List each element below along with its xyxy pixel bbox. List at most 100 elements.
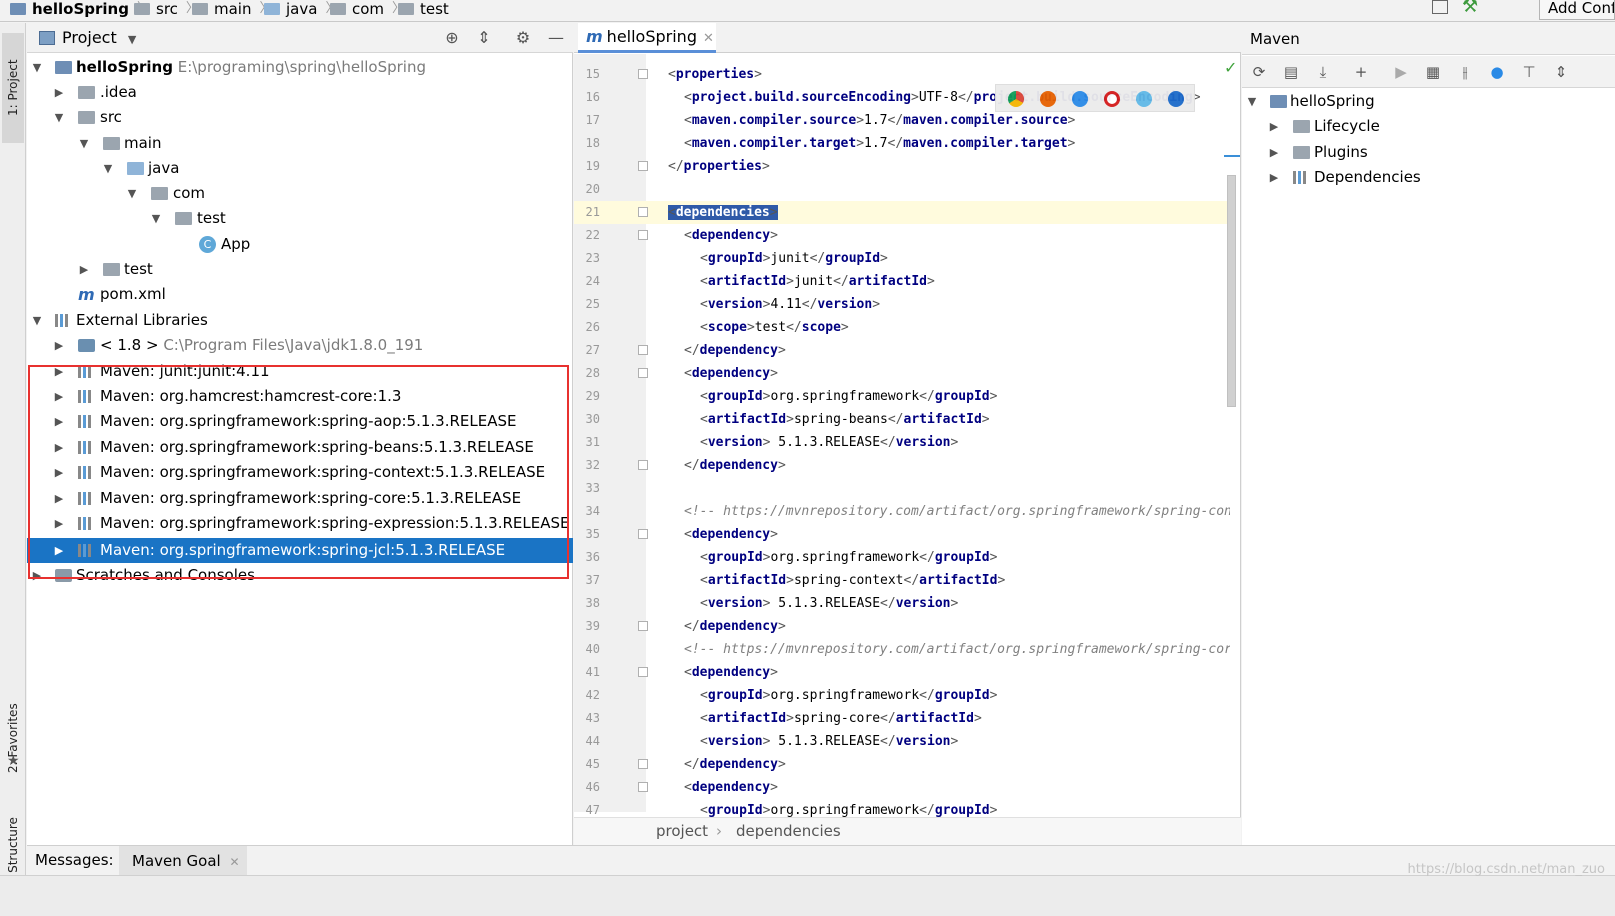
tree-row-helloSpring[interactable]: ▼ helloSpring E:\programing\spring\hello… <box>27 55 573 80</box>
tree-row-test-package[interactable]: ▼ test <box>27 206 573 231</box>
chevron-right-icon[interactable]: ▶ <box>1267 165 1281 190</box>
code-line[interactable]: 22 <dependency> <box>574 224 1230 247</box>
maven-tree-project[interactable]: ▼ helloSpring <box>1242 89 1615 114</box>
code-line[interactable]: 40 <!-- https://mvnrepository.com/artifac… <box>574 638 1230 661</box>
chevron-down-icon[interactable]: ▼ <box>77 131 91 156</box>
tree-row-scratches[interactable]: ▶ Scratches and Consoles <box>27 563 573 588</box>
chevron-right-icon[interactable]: ▶ <box>52 538 66 563</box>
tree-row-maven-lib[interactable]: ▶ Maven: org.springframework:spring-bean… <box>27 435 573 460</box>
download-icon[interactable]: ⤓ <box>1314 63 1332 81</box>
favorites-tool-tab[interactable]: 2: Favorites <box>2 683 24 793</box>
tree-row-maven-lib-selected[interactable]: ▶ Maven: org.springframework:spring-jcl:… <box>27 538 573 563</box>
locate-target-icon[interactable]: ⊕ <box>443 29 461 47</box>
code-line[interactable]: 36 <groupId>org.springframework</groupId> <box>574 546 1230 569</box>
code-line[interactable]: 27 </dependency> <box>574 339 1230 362</box>
run-icon[interactable]: ▶ <box>1392 63 1410 81</box>
maven-tree-lifecycle[interactable]: ▶ Lifecycle <box>1242 114 1615 139</box>
code-line[interactable]: 18 <maven.compiler.target>1.7</maven.comp… <box>574 132 1230 155</box>
code-line[interactable]: 35 <dependency> <box>574 523 1230 546</box>
code-line[interactable]: 43 <artifactId>spring-core</artifactId> <box>574 707 1230 730</box>
tree-row-maven-lib[interactable]: ▶ Maven: org.springframework:spring-aop:… <box>27 409 573 434</box>
tree-row-maven-lib[interactable]: ▶ Maven: org.hamcrest:hamcrest-core:1.3 <box>27 384 573 409</box>
chevron-down-icon[interactable]: ▼ <box>30 55 44 80</box>
maven-tree-dependencies[interactable]: ▶ Dependencies <box>1242 165 1615 190</box>
breadcrumb-main[interactable]: main〉 <box>192 0 273 20</box>
chevron-down-icon[interactable]: ▼ <box>149 206 163 231</box>
chevron-right-icon[interactable]: ▶ <box>77 257 91 282</box>
collapse-all-icon[interactable]: ⇕ <box>475 29 493 47</box>
project-view-selector[interactable]: Project ▼ <box>62 28 136 47</box>
maven-goal-tab[interactable]: Maven Goal ✕ <box>119 846 247 876</box>
fold-marker-icon[interactable] <box>638 529 648 539</box>
fold-marker-icon[interactable] <box>638 460 648 470</box>
code-line[interactable]: 31 <version> 5.1.3.RELEASE</version> <box>574 431 1230 454</box>
skip-tests-icon[interactable]: ● <box>1488 63 1506 81</box>
fold-marker-icon[interactable] <box>638 621 648 631</box>
chrome-icon[interactable] <box>1008 91 1024 107</box>
code-line[interactable]: 45 </dependency> <box>574 753 1230 776</box>
chevron-down-icon[interactable]: ▼ <box>52 105 66 130</box>
code-line[interactable]: 34 <!-- https://mvnrepository.com/artifac… <box>574 500 1230 523</box>
tree-row-maven-lib[interactable]: ▶ Maven: junit:junit:4.11 <box>27 359 573 384</box>
code-line[interactable]: 23 <groupId>junit</groupId> <box>574 247 1230 270</box>
run-config-icon[interactable] <box>1432 0 1448 14</box>
code-line[interactable]: 20 <box>574 178 1230 201</box>
collapse-all-icon[interactable]: ⇕ <box>1552 63 1570 81</box>
tree-row-maven-lib[interactable]: ▶ Maven: org.springframework:spring-core… <box>27 486 573 511</box>
chevron-right-icon[interactable]: ▶ <box>1267 114 1281 139</box>
chevron-down-icon[interactable]: ▼ <box>125 181 139 206</box>
show-dependencies-icon[interactable]: ⊤ <box>1520 63 1538 81</box>
code-line[interactable]: 24 <artifactId>junit</artifactId> <box>574 270 1230 293</box>
editor-breadcrumb-item[interactable]: project <box>656 822 708 840</box>
code-line[interactable]: 47 <groupId>org.springframework</groupId> <box>574 799 1230 817</box>
chevron-right-icon[interactable]: ▶ <box>52 511 66 536</box>
tree-row-test-folder[interactable]: ▶ test <box>27 257 573 282</box>
chevron-right-icon[interactable]: ▶ <box>52 80 66 105</box>
breadcrumb-src[interactable]: src〉 <box>134 0 199 20</box>
code-line[interactable]: 15 <properties> <box>574 63 1230 86</box>
gear-icon[interactable]: ⚙ <box>514 29 532 47</box>
tree-row-java[interactable]: ▼ java <box>27 156 573 181</box>
fold-marker-icon[interactable] <box>638 368 648 378</box>
maven-tree-plugins[interactable]: ▶ Plugins <box>1242 140 1615 165</box>
close-icon[interactable]: ✕ <box>229 855 239 869</box>
chevron-down-icon[interactable]: ▼ <box>1245 89 1259 114</box>
code-line[interactable]: 19 </properties> <box>574 155 1230 178</box>
toggle-offline-icon[interactable]: ⫲ <box>1456 63 1474 81</box>
tree-row-com[interactable]: ▼ com <box>27 181 573 206</box>
chevron-right-icon[interactable]: ▶ <box>30 563 44 588</box>
code-line[interactable]: 17 <maven.compiler.source>1.7</maven.comp… <box>574 109 1230 132</box>
generate-sources-icon[interactable]: ▤ <box>1282 63 1300 81</box>
tree-row-external-libraries[interactable]: ▼ External Libraries <box>27 308 573 333</box>
tree-row-pom[interactable]: m pom.xml <box>27 282 573 307</box>
code-line[interactable]: 38 <version> 5.1.3.RELEASE</version> <box>574 592 1230 615</box>
chevron-right-icon[interactable]: ▶ <box>52 486 66 511</box>
minimize-icon[interactable]: — <box>547 29 565 47</box>
code-line[interactable]: 44 <version> 5.1.3.RELEASE</version> <box>574 730 1230 753</box>
fold-marker-icon[interactable] <box>638 782 648 792</box>
safari-icon[interactable] <box>1072 91 1088 107</box>
close-icon[interactable]: ✕ <box>703 31 714 46</box>
chevron-right-icon[interactable]: ▶ <box>52 435 66 460</box>
breadcrumb-test[interactable]: test <box>398 0 449 20</box>
code-line[interactable]: 26 <scope>test</scope> <box>574 316 1230 339</box>
fold-marker-icon[interactable] <box>638 161 648 171</box>
editor-breadcrumb-item[interactable]: dependencies <box>736 822 841 840</box>
chevron-right-icon[interactable]: ▶ <box>52 384 66 409</box>
build-hammer-icon[interactable]: ⚒ <box>1462 0 1478 17</box>
chevron-right-icon[interactable]: ▶ <box>1267 140 1281 165</box>
tree-row-app[interactable]: C App <box>27 232 573 257</box>
chevron-down-icon[interactable]: ▼ <box>30 308 44 333</box>
code-line[interactable]: 21 <dependencies> <box>574 201 1230 224</box>
editor-tab-pom[interactable]: m helloSpring ✕ <box>578 23 716 53</box>
chevron-down-icon[interactable]: ▼ <box>101 156 115 181</box>
chevron-right-icon[interactable]: ▶ <box>52 359 66 384</box>
code-line[interactable]: 32 </dependency> <box>574 454 1230 477</box>
ie-icon[interactable] <box>1136 91 1152 107</box>
code-line[interactable]: 30 <artifactId>spring-beans</artifactId> <box>574 408 1230 431</box>
execute-goal-icon[interactable]: ▦ <box>1424 63 1442 81</box>
fold-marker-icon[interactable] <box>638 667 648 677</box>
chevron-right-icon[interactable]: ▶ <box>52 460 66 485</box>
firefox-icon[interactable] <box>1040 91 1056 107</box>
add-icon[interactable]: + <box>1352 63 1370 81</box>
